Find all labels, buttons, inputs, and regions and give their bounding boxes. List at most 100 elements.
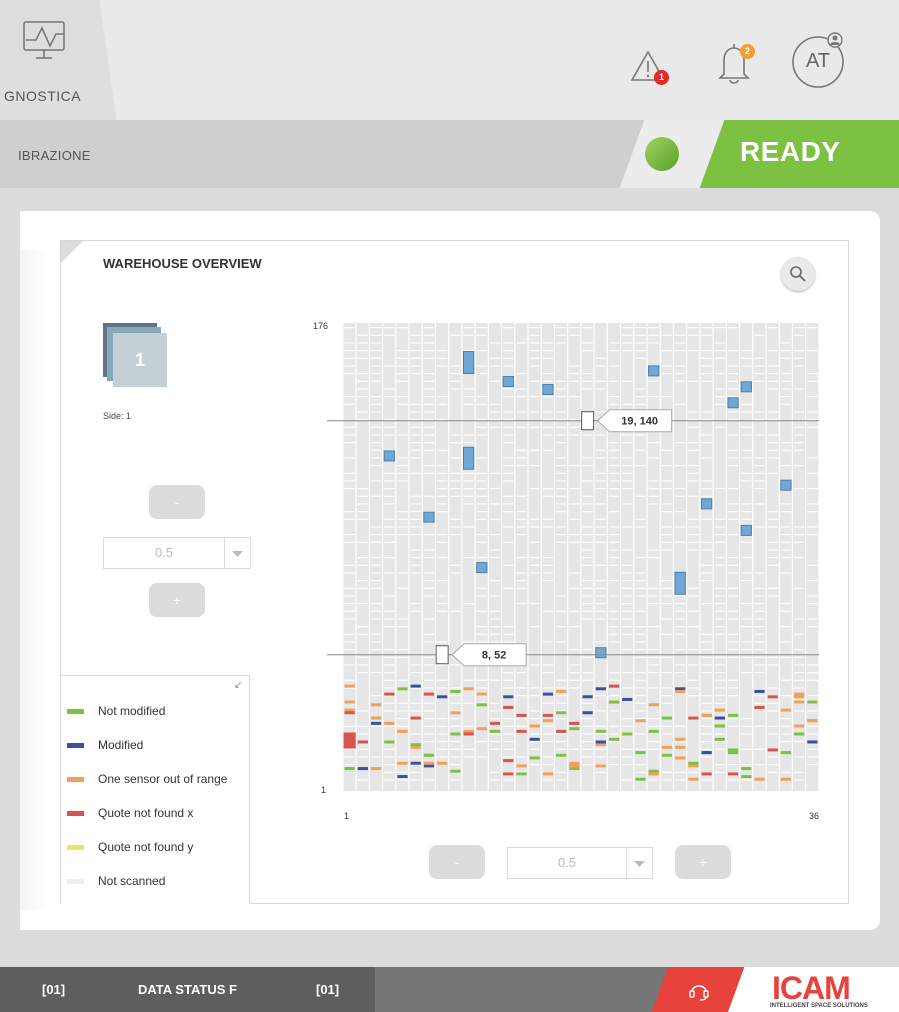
heatmap-cell [701,480,712,482]
notifications-button[interactable]: 2 [716,42,756,86]
heatmap-cell [661,350,673,352]
heatmap-cell [767,733,778,735]
heatmap-cell [595,580,606,582]
heatmap-cell [529,603,540,605]
heatmap-cell [622,434,633,436]
heatmap-cell [357,733,368,735]
heatmap-cell [714,610,725,612]
heatmap-cell [807,526,818,528]
bottom-zoom-plus-button[interactable]: + [675,845,731,879]
heatmap-cell [648,779,659,781]
zoom-button[interactable] [781,257,815,291]
heatmap-cell [622,472,633,474]
heatmap-cell [384,572,395,574]
left-zoom-plus-button[interactable]: + [149,583,205,617]
heatmap-cell [569,761,580,765]
heatmap-cell [595,526,606,528]
heatmap-cell [661,480,673,482]
heatmap-cell [741,557,752,559]
calibration-tab-label[interactable]: IBRAZIONE [18,148,91,163]
heatmap-cell [794,449,805,451]
heatmap-cell [794,365,805,367]
heatmap-cell [569,727,580,731]
heatmap-cell [635,777,646,781]
heatmap-cell [661,503,673,505]
heatmap-cell [582,511,593,513]
heatmap-cell [463,603,474,605]
heatmap-cell [780,626,792,628]
heatmap-cell [384,679,395,681]
heatmap-cell [569,518,580,520]
heatmap-cell [384,610,395,612]
heatmap-cell [714,724,725,728]
heatmap-cell [582,603,593,605]
heatmap-cell [542,572,554,574]
heatmap-cell [569,572,580,574]
heatmap-cell [516,572,527,574]
heatmap-cell [423,426,435,428]
heatmap-cell [622,748,633,750]
heatmap-cell [767,457,778,459]
heatmap-cell [529,737,540,741]
heatmap-cell [595,610,606,612]
left-zoom-minus-button[interactable]: - [149,485,205,519]
heatmap-cell [794,679,805,681]
heatmap-cell [489,741,501,743]
heatmap-cell [357,626,368,628]
heatmap-cell [344,511,355,513]
heatmap-cell [635,656,646,658]
heatmap-cell [635,719,646,723]
heatmap-cell [582,503,593,505]
user-avatar-button[interactable]: AT [788,30,848,90]
tab-diagnostics[interactable]: GNOSTICA [0,0,145,120]
heatmap-cell [754,748,765,750]
heatmap-cell [410,672,421,674]
heatmap-cell [608,465,620,467]
heatmap-cell [675,745,686,749]
left-zoom-select[interactable]: 0.5 [103,537,251,569]
heatmap-cell [384,365,395,367]
heatmap-cell [357,748,368,750]
legend-swatch [67,811,84,817]
legend: ↙ Not modified Modified One sensor out o… [61,675,250,904]
heatmap-cell [384,541,395,543]
heatmap-cell [635,334,646,336]
heatmap-cell [701,656,712,658]
heatmap-cell [437,741,448,743]
heatmap-cell [714,587,725,589]
heatmap-cell [529,396,540,398]
heatmap-cell [714,541,725,543]
heatmap-cell [463,350,474,352]
heatmap-cell [754,695,765,697]
heatmap-cell [767,764,778,766]
heatmap-cell [344,711,355,715]
heatmap-cell [410,495,421,497]
heatmap-cell [714,327,725,329]
heatmap-cell [622,687,633,689]
heatmap-cell [556,465,567,467]
heatmap-cell [476,396,487,398]
side-selector[interactable]: 1 [103,323,169,389]
heatmap-cell [595,595,606,597]
heatmap-cell [437,603,448,605]
alerts-button[interactable]: 1 [630,50,670,86]
heatmap-cell [516,457,527,459]
heatmap-cell [423,327,435,329]
heatmap-cell [384,756,395,758]
bottom-zoom-select[interactable]: 0.5 [507,847,653,879]
heatmap-cell [714,737,725,741]
heatmap-cell [582,342,593,344]
heatmap-cell [807,700,818,704]
warehouse-heatmap[interactable]: 19, 140 8, 52 176 1 1 36 [301,301,841,831]
status-indicator: READY [612,120,899,188]
heatmap-cell [675,334,686,336]
heatmap-cell [688,411,699,413]
heatmap-cell [807,672,818,674]
heatmap-cell [556,729,567,733]
heatmap-cell [556,695,567,697]
heatmap-cell [648,595,659,597]
heatmap-cell [437,350,448,352]
heatmap-cell [357,419,368,421]
bottom-zoom-minus-button[interactable]: - [429,845,485,879]
collapse-icon[interactable]: ↙ [234,680,242,691]
